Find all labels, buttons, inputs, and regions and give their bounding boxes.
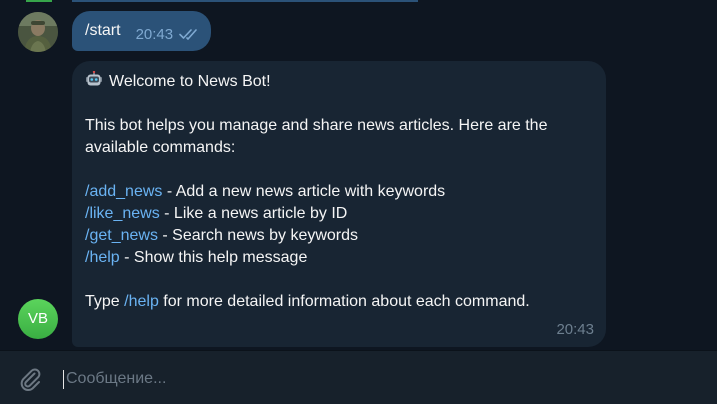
command-link-help[interactable]: /help xyxy=(85,249,120,266)
robot-icon xyxy=(86,71,102,86)
double-check-icon xyxy=(179,29,197,40)
command-link-add-news[interactable]: /add_news xyxy=(85,183,162,200)
text-caret xyxy=(63,370,64,389)
command-description: - Search news by keywords xyxy=(157,227,359,244)
incoming-message[interactable]: Welcome to News Bot! This bot helps you … xyxy=(72,61,606,347)
previous-message-edge xyxy=(0,0,717,2)
command-line: /get_news - Search news by keywords xyxy=(85,225,592,247)
message-time: 20:43 xyxy=(556,321,594,338)
command-link-like-news[interactable]: /like_news xyxy=(85,205,160,222)
command-description: - Like a news article by ID xyxy=(159,205,348,222)
outgoing-message[interactable]: /start 20:43 xyxy=(72,11,212,51)
bot-avatar[interactable]: VB xyxy=(18,299,58,339)
message-input[interactable] xyxy=(66,366,666,392)
footer-prefix: Type xyxy=(85,293,125,310)
paperclip-icon[interactable] xyxy=(16,365,44,393)
message-composer xyxy=(0,350,717,404)
message-time: 20:43 xyxy=(135,25,174,43)
command-line: /help - Show this help message xyxy=(85,247,592,269)
command-description: - Add a new news article with keywords xyxy=(162,183,446,200)
command-line: /like_news - Like a news article by ID xyxy=(85,203,592,225)
message-title: Welcome to News Bot! xyxy=(109,73,271,90)
message-footer: Type /help for more detailed information… xyxy=(85,291,592,313)
user-avatar[interactable] xyxy=(18,12,58,52)
command-line: /add_news - Add a new news article with … xyxy=(85,181,592,203)
command-link-help-footer[interactable]: /help xyxy=(124,293,159,310)
message-text: /start xyxy=(85,22,121,39)
footer-suffix: for more detailed information about each… xyxy=(158,293,530,310)
command-description: - Show this help message xyxy=(119,249,308,266)
message-intro: This bot helps you manage and share news… xyxy=(85,117,548,156)
chat-history[interactable]: /start 20:43 Welcome to News Bot! This b… xyxy=(0,0,717,350)
message-meta: 20:43 xyxy=(136,26,200,43)
command-link-get-news[interactable]: /get_news xyxy=(85,227,158,244)
message-title-line: Welcome to News Bot! xyxy=(85,71,592,93)
